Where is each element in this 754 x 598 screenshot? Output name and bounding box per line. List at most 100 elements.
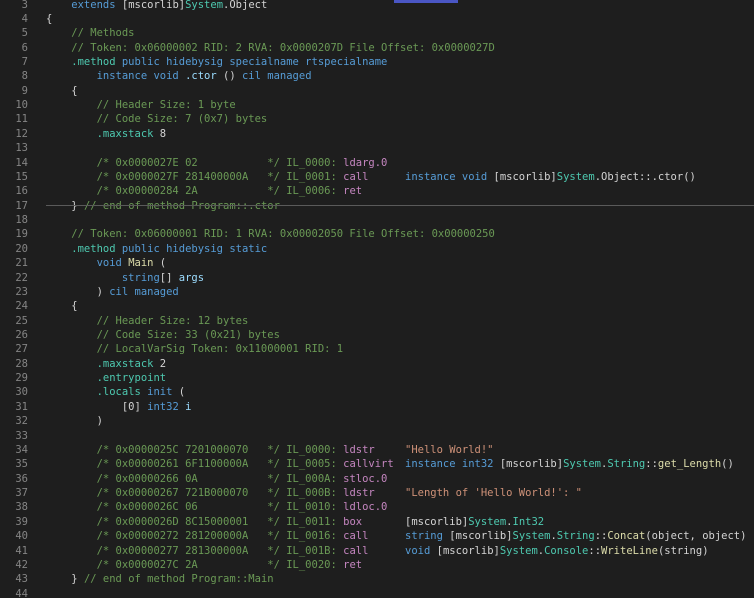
code-line[interactable]: 40 /* 0x00000272 281200000A */ IL_0016: … — [0, 529, 754, 543]
code-line[interactable]: 18 — [0, 213, 754, 227]
code-line[interactable]: 11 // Code Size: 7 (0x7) bytes — [0, 112, 754, 126]
line-number: 39 — [15, 515, 28, 528]
code-text: /* 0x00000284 2A */ IL_0006: ret — [46, 184, 363, 198]
code-line[interactable]: 31 [0] int32 i — [0, 400, 754, 414]
code-token: "Length of 'Hello World!': " — [405, 487, 583, 500]
operand-text: "Length of 'Hello World!': " — [405, 486, 582, 500]
code-token: } — [46, 573, 84, 586]
code-line[interactable]: 7 .method public hidebysig specialname r… — [0, 55, 754, 69]
code-token: .Object — [223, 0, 268, 11]
code-token: .Object::.ctor() — [594, 170, 696, 183]
code-text: /* 0x0000026D 8C15000001 */ IL_0011: box — [46, 515, 363, 529]
code-token: // LocalVarSig Token: 0x11000001 RID: 1 — [46, 343, 344, 356]
code-token: ldarg.0 — [343, 156, 388, 169]
line-number: 36 — [15, 472, 28, 485]
code-token: System — [185, 0, 224, 11]
operand-text: string [mscorlib]System.String::Concat(o… — [405, 529, 746, 543]
code-line[interactable]: 14 /* 0x0000027E 02 */ IL_0000: ldarg.0 — [0, 156, 754, 170]
code-line[interactable]: 15 /* 0x0000027F 281400000A */ IL_0001: … — [0, 170, 754, 184]
code-text: ) — [46, 414, 103, 428]
code-token: /* 0x0000027F 281400000A */ IL_0001: — [46, 170, 344, 183]
line-number: 17 — [15, 199, 28, 212]
code-line[interactable]: 9 { — [0, 84, 754, 98]
code-token: String — [607, 458, 646, 471]
code-line[interactable]: 43 } // end of method Program::Main — [0, 572, 754, 586]
code-line[interactable]: 23 ) cil managed — [0, 285, 754, 299]
code-line[interactable]: 41 /* 0x00000277 281300000A */ IL_001B: … — [0, 544, 754, 558]
code-line[interactable]: 37 /* 0x00000267 721B000070 */ IL_000B: … — [0, 486, 754, 500]
code-line[interactable]: 12 .maxstack 8 — [0, 127, 754, 141]
code-line[interactable]: 32 ) — [0, 414, 754, 428]
line-number: 43 — [15, 573, 28, 586]
code-line[interactable]: 27 // LocalVarSig Token: 0x11000001 RID:… — [0, 342, 754, 356]
code-text: string[] args — [46, 271, 204, 285]
code-text: { — [46, 84, 78, 98]
code-token: /* 0x0000026D 8C15000001 */ IL_0011: — [46, 515, 344, 528]
code-token: 8 — [159, 127, 167, 140]
code-line[interactable]: 35 /* 0x00000261 6F1100000A */ IL_0005: … — [0, 457, 754, 471]
code-line[interactable]: 5 // Methods — [0, 26, 754, 40]
code-line[interactable]: 8 instance void .ctor () cil managed — [0, 69, 754, 83]
code-line[interactable]: 39 /* 0x0000026D 8C15000001 */ IL_0011: … — [0, 515, 754, 529]
code-line[interactable]: 16 /* 0x00000284 2A */ IL_0006: ret — [0, 184, 754, 198]
code-line[interactable]: 24 { — [0, 299, 754, 313]
code-token: i — [185, 400, 192, 413]
code-text: /* 0x00000266 0A */ IL_000A: stloc.0 — [46, 472, 388, 486]
code-token: ldstr — [343, 443, 375, 456]
code-token: public hidebysig static — [121, 242, 268, 255]
code-line[interactable]: 34 /* 0x0000025C 7201000070 */ IL_0000: … — [0, 443, 754, 457]
code-line[interactable]: 10 // Header Size: 1 byte — [0, 98, 754, 112]
code-text: /* 0x0000027E 02 */ IL_0000: ldarg.0 — [46, 156, 388, 170]
code-line[interactable]: 33 — [0, 429, 754, 443]
code-line[interactable]: 19 // Token: 0x06000001 RID: 1 RVA: 0x00… — [0, 227, 754, 241]
code-line[interactable]: 30 .locals init ( — [0, 385, 754, 399]
code-token: box — [343, 515, 363, 528]
line-number: 40 — [15, 530, 28, 543]
code-text: .method public hidebysig specialname rts… — [46, 55, 387, 69]
code-text: instance void .ctor () cil managed — [46, 69, 312, 83]
code-line[interactable]: 44 — [0, 587, 754, 598]
code-token: .maxstack — [46, 127, 160, 140]
code-text: // Header Size: 1 byte — [46, 98, 236, 112]
code-line[interactable]: 38 /* 0x0000026C 06 */ IL_0010: ldloc.0 — [0, 500, 754, 514]
code-line[interactable]: 22 string[] args — [0, 271, 754, 285]
code-text: [0] int32 i — [46, 400, 192, 414]
line-number: 10 — [15, 99, 28, 112]
code-token: :: — [594, 530, 608, 543]
code-token: /* 0x0000027C 2A */ IL_0020: — [46, 558, 344, 571]
code-text: /* 0x0000026C 06 */ IL_0010: ldloc.0 — [46, 500, 388, 514]
code-token: ret — [343, 185, 363, 198]
code-text: // Code Size: 7 (0x7) bytes — [46, 112, 268, 126]
code-text: /* 0x00000277 281300000A */ IL_001B: cal… — [46, 544, 369, 558]
code-line[interactable]: 29 .entrypoint — [0, 371, 754, 385]
code-line[interactable]: 42 /* 0x0000027C 2A */ IL_0020: ret — [0, 558, 754, 572]
code-token: { — [46, 12, 53, 25]
code-token: "Hello World!" — [405, 443, 494, 456]
code-line[interactable]: 6 // Token: 0x06000002 RID: 2 RVA: 0x000… — [0, 41, 754, 55]
code-token: ldloc.0 — [343, 501, 388, 514]
code-text: .maxstack 2 — [46, 357, 167, 371]
code-line[interactable]: 13 — [0, 141, 754, 155]
line-number: 19 — [15, 228, 28, 241]
code-text: // Header Size: 12 bytes — [46, 314, 249, 328]
code-token: mscorlib — [506, 458, 557, 471]
code-text: /* 0x00000272 281200000A */ IL_0016: cal… — [46, 529, 369, 543]
code-line[interactable]: 3 extends [mscorlib]System.Object — [0, 0, 754, 12]
code-line[interactable]: 26 // Code Size: 33 (0x21) bytes — [0, 328, 754, 342]
code-line[interactable]: 20 .method public hidebysig static — [0, 242, 754, 256]
code-token: :: — [645, 458, 658, 471]
code-line[interactable]: 36 /* 0x00000266 0A */ IL_000A: stloc.0 — [0, 472, 754, 486]
line-number: 5 — [21, 27, 28, 40]
code-token: mscorlib — [442, 544, 494, 557]
code-line[interactable]: 25 // Header Size: 12 bytes — [0, 314, 754, 328]
code-text: ) cil managed — [46, 285, 179, 299]
code-token: // Token: 0x06000002 RID: 2 RVA: 0x00002… — [46, 41, 495, 54]
code-line[interactable]: 28 .maxstack 2 — [0, 357, 754, 371]
code-line[interactable]: 4{ — [0, 12, 754, 26]
code-token: callvirt — [343, 458, 394, 471]
method-separator — [46, 205, 754, 206]
code-line[interactable]: 21 void Main ( — [0, 256, 754, 270]
code-token: // Code Size: 7 (0x7) bytes — [46, 113, 268, 126]
code-editor[interactable]: 3 extends [mscorlib]System.Object 4{5 // … — [0, 0, 754, 598]
code-token: { — [46, 84, 78, 97]
